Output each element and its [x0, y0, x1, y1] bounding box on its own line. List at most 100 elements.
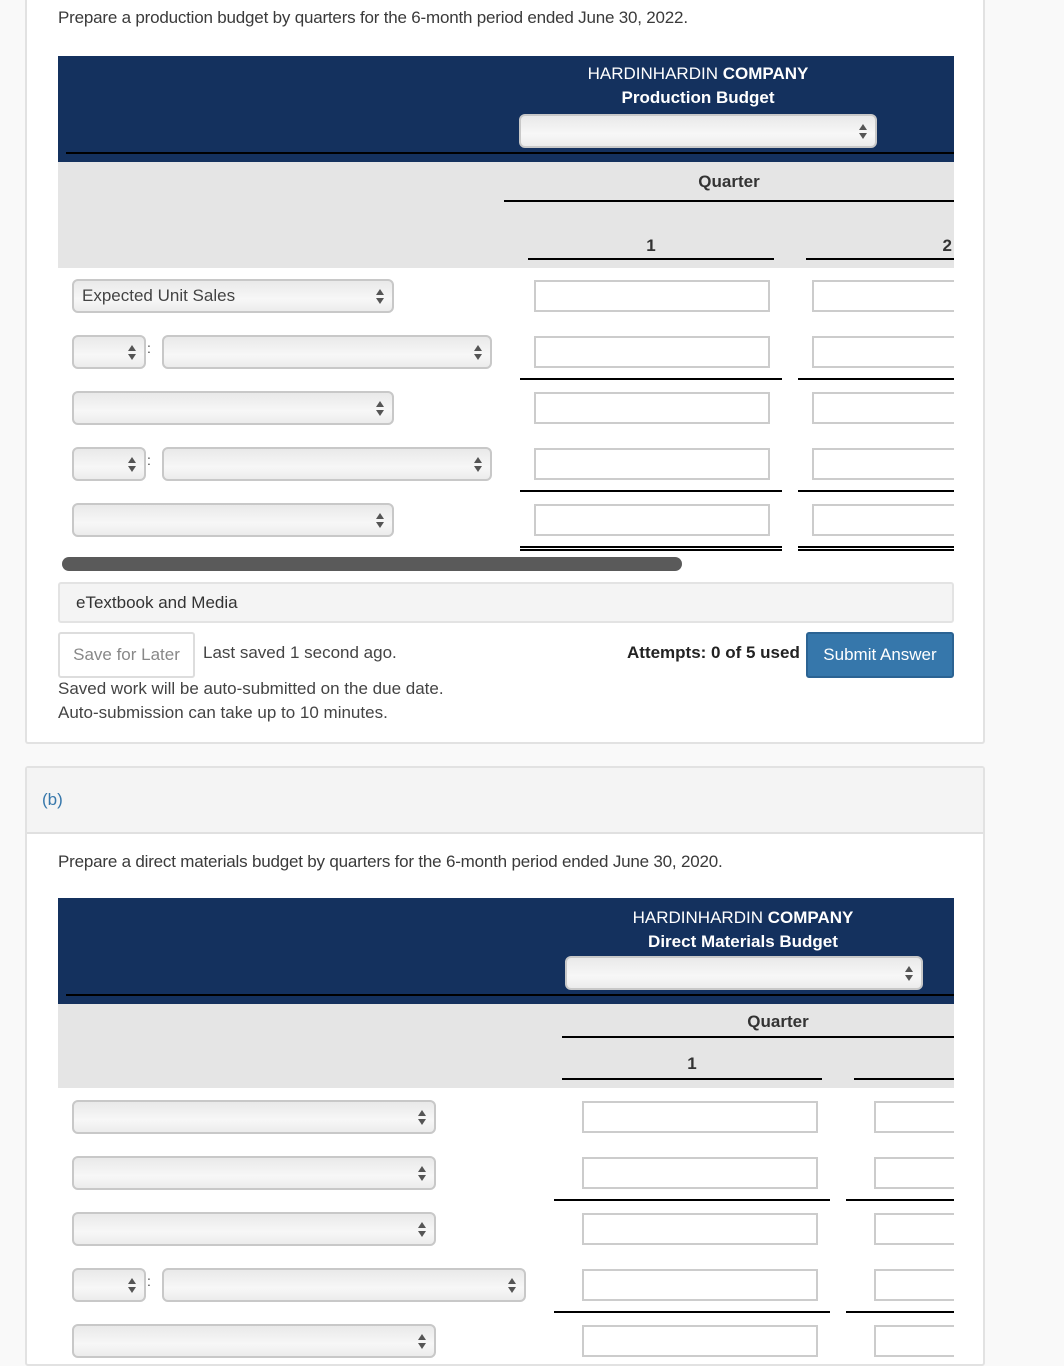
- select-arrows-icon: [418, 1222, 426, 1238]
- b-row-3-q1-input[interactable]: [582, 1213, 818, 1245]
- row-1-q2-input[interactable]: [812, 280, 954, 312]
- row-3-q1-input[interactable]: [534, 392, 770, 424]
- row-1-label-value: Expected Unit Sales: [82, 286, 236, 305]
- select-arrows-icon: [128, 1278, 136, 1294]
- b-row-5-label-select[interactable]: [72, 1324, 436, 1358]
- quarter-group-label: Quarter: [747, 1012, 809, 1031]
- row-5-label-select[interactable]: [72, 503, 394, 537]
- b-row-2-q2-input[interactable]: [874, 1157, 954, 1189]
- select-arrows-icon: [376, 513, 384, 529]
- subtotal-rule: [554, 1311, 830, 1313]
- row-3-q2-input[interactable]: [812, 392, 954, 424]
- select-arrows-icon: [376, 401, 384, 417]
- subtotal-rule: [798, 490, 954, 492]
- row-2-q1-input[interactable]: [534, 336, 770, 368]
- row-4-q2-input[interactable]: [812, 448, 954, 480]
- b-row-3-label-select[interactable]: [72, 1212, 436, 1246]
- select-arrows-icon: [474, 345, 482, 361]
- row-2-q2-input[interactable]: [812, 336, 954, 368]
- company-name-suffix: COMPANY: [722, 64, 809, 83]
- row-2-label-select[interactable]: [162, 335, 492, 369]
- column-header-q1: 1: [646, 236, 656, 255]
- quarter-group-label: Quarter: [698, 172, 760, 191]
- last-saved-status: Last saved 1 second ago.: [203, 643, 397, 662]
- production-budget-header: HARDINHARDIN COMPANY Production Budget: [58, 56, 954, 162]
- b-row-5-q1-input[interactable]: [582, 1325, 818, 1357]
- q1-rule: [528, 258, 774, 260]
- submit-answer-button[interactable]: Submit Answer: [806, 632, 954, 678]
- select-arrows-icon: [418, 1166, 426, 1182]
- b-row-4-q1-input[interactable]: [582, 1269, 818, 1301]
- row-4-label-select[interactable]: [162, 447, 492, 481]
- b-row-3-q2-input[interactable]: [874, 1213, 954, 1245]
- budget-title: Direct Materials Budget: [648, 932, 838, 951]
- b-row-1-q1-input[interactable]: [582, 1101, 818, 1133]
- select-arrows-icon: [905, 966, 913, 982]
- column-header-band: Quarter 1 2: [58, 162, 954, 268]
- save-for-later-button[interactable]: Save for Later: [58, 632, 195, 678]
- company-name-prefix: HARDINHARDIN: [632, 908, 768, 927]
- select-arrows-icon: [508, 1278, 516, 1294]
- row-1-label-select[interactable]: Expected Unit Sales: [72, 279, 394, 313]
- direct-materials-budget-header: HARDINHARDIN COMPANY Direct Materials Bu…: [58, 898, 954, 1004]
- select-arrows-icon: [418, 1334, 426, 1350]
- budget-title: Production Budget: [621, 88, 775, 107]
- company-name-prefix: HARDINHARDIN: [587, 64, 723, 83]
- row-4-q1-input[interactable]: [534, 448, 770, 480]
- q2-rule: [806, 258, 954, 260]
- horizontal-scrollbar[interactable]: [62, 557, 682, 571]
- b-row-2-q1-input[interactable]: [582, 1157, 818, 1189]
- quarter-rule: [504, 200, 954, 202]
- row-4-prefix-select[interactable]: [72, 447, 146, 481]
- subtotal-rule: [520, 490, 782, 492]
- attempts-counter: Attempts: 0 of 5 used: [627, 643, 800, 662]
- b-row-4-prefix-select[interactable]: [72, 1268, 146, 1302]
- quarter-rule: [562, 1036, 954, 1038]
- select-arrows-icon: [474, 457, 482, 473]
- select-arrows-icon: [376, 289, 384, 305]
- subtotal-rule: [798, 378, 954, 380]
- colon-separator: :: [147, 452, 151, 468]
- colon-separator: :: [147, 340, 151, 356]
- b-row-4-q2-input[interactable]: [874, 1269, 954, 1301]
- company-name: HARDINHARDIN COMPANY: [518, 62, 878, 86]
- b-row-1-label-select[interactable]: [72, 1100, 436, 1134]
- b-row-4-label-select[interactable]: [162, 1268, 526, 1302]
- part-a-prompt: Prepare a production budget by quarters …: [58, 8, 688, 27]
- header-rule: [66, 152, 954, 154]
- subtotal-rule: [520, 378, 782, 380]
- period-select[interactable]: [519, 114, 877, 148]
- part-b-label: (b): [42, 790, 63, 809]
- q2-rule: [854, 1078, 954, 1080]
- column-header-q2: 2: [942, 236, 952, 255]
- header-rule: [66, 994, 954, 996]
- row-1-q1-input[interactable]: [534, 280, 770, 312]
- select-arrows-icon: [859, 124, 867, 140]
- etextbook-media-link[interactable]: eTextbook and Media: [58, 582, 954, 623]
- row-5-q2-input[interactable]: [812, 504, 954, 536]
- company-name-suffix: COMPANY: [767, 908, 854, 927]
- part-b-prompt: Prepare a direct materials budget by qua…: [58, 852, 723, 871]
- auto-submit-note: Saved work will be auto-submitted on the…: [58, 679, 444, 698]
- select-arrows-icon: [128, 457, 136, 473]
- subtotal-rule: [846, 1199, 954, 1201]
- row-5-q1-input[interactable]: [534, 504, 770, 536]
- subtotal-rule: [554, 1199, 830, 1201]
- company-name: HARDINHARDIN COMPANY: [563, 906, 923, 930]
- part-a-panel: Prepare a production budget by quarters …: [25, 0, 985, 744]
- row-3-label-select[interactable]: [72, 391, 394, 425]
- q1-rule: [562, 1078, 822, 1080]
- colon-separator: :: [147, 1273, 151, 1289]
- column-header-band: Quarter 1: [58, 1004, 954, 1088]
- auto-submit-time-note: Auto-submission can take up to 10 minute…: [58, 703, 388, 722]
- part-b-header: (b): [27, 768, 983, 834]
- total-double-rule: [798, 546, 954, 551]
- column-header-q1: 1: [687, 1054, 697, 1073]
- total-double-rule: [520, 546, 782, 551]
- subtotal-rule: [846, 1311, 954, 1313]
- b-row-2-label-select[interactable]: [72, 1156, 436, 1190]
- period-select[interactable]: [565, 956, 923, 990]
- row-2-prefix-select[interactable]: [72, 335, 146, 369]
- b-row-5-q2-input[interactable]: [874, 1325, 954, 1357]
- b-row-1-q2-input[interactable]: [874, 1101, 954, 1133]
